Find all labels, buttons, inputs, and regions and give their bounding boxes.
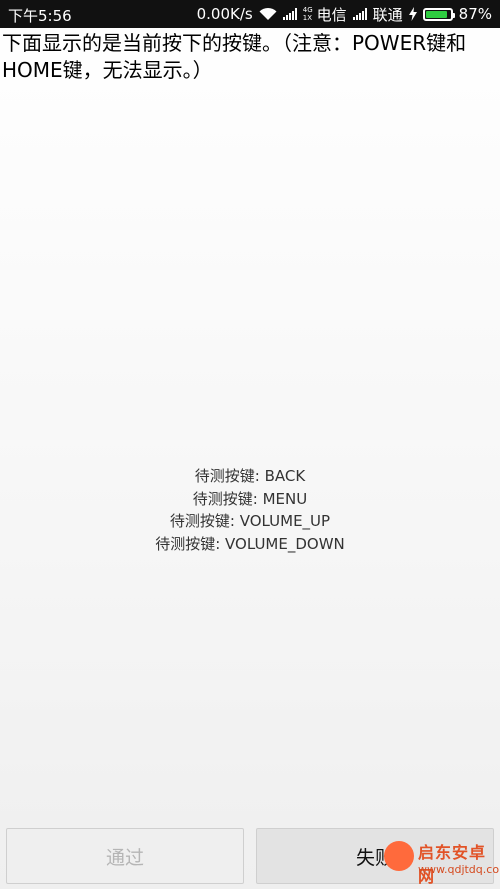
network-type: 4G 1X xyxy=(303,6,313,22)
pass-button[interactable]: 通过 xyxy=(6,828,244,884)
battery-fill xyxy=(425,10,447,18)
carrier-2: 联通 xyxy=(372,5,403,24)
pending-keys-list: 待测按键: BACK 待测按键: MENU 待测按键: VOLUME_UP 待测… xyxy=(0,465,500,555)
status-bar: 下午5:56 0.00K/s 4G 1X 电信 联通 87% xyxy=(0,0,500,28)
network-type-top: 4G xyxy=(302,6,313,14)
pending-key-item: 待测按键: MENU xyxy=(192,489,308,508)
charging-icon xyxy=(408,7,417,21)
status-time: 下午5:56 xyxy=(8,7,72,25)
pending-key-item: 待测按键: VOLUME_UP xyxy=(169,512,331,530)
battery-icon xyxy=(422,7,455,21)
status-right: 0.00K/s 4G 1X 电信 联通 87% xyxy=(196,5,492,24)
carrier-1: 电信 xyxy=(316,5,347,24)
network-type-bottom: 1X xyxy=(302,14,312,22)
battery-percent: 87% xyxy=(458,5,492,23)
fail-button[interactable]: 失败 xyxy=(256,828,494,884)
signal-icon-sim1 xyxy=(282,8,297,20)
net-speed: 0.00K/s xyxy=(196,5,253,23)
wifi-icon xyxy=(259,7,277,20)
signal-icon-sim2 xyxy=(352,8,367,20)
instruction-text: 下面显示的是当前按下的按键。（注意：POWER键和HOME键，无法显示。） xyxy=(2,31,467,82)
pending-key-item: 待测按键: VOLUME_DOWN xyxy=(155,534,345,553)
pending-key-item: 待测按键: BACK xyxy=(194,467,306,485)
